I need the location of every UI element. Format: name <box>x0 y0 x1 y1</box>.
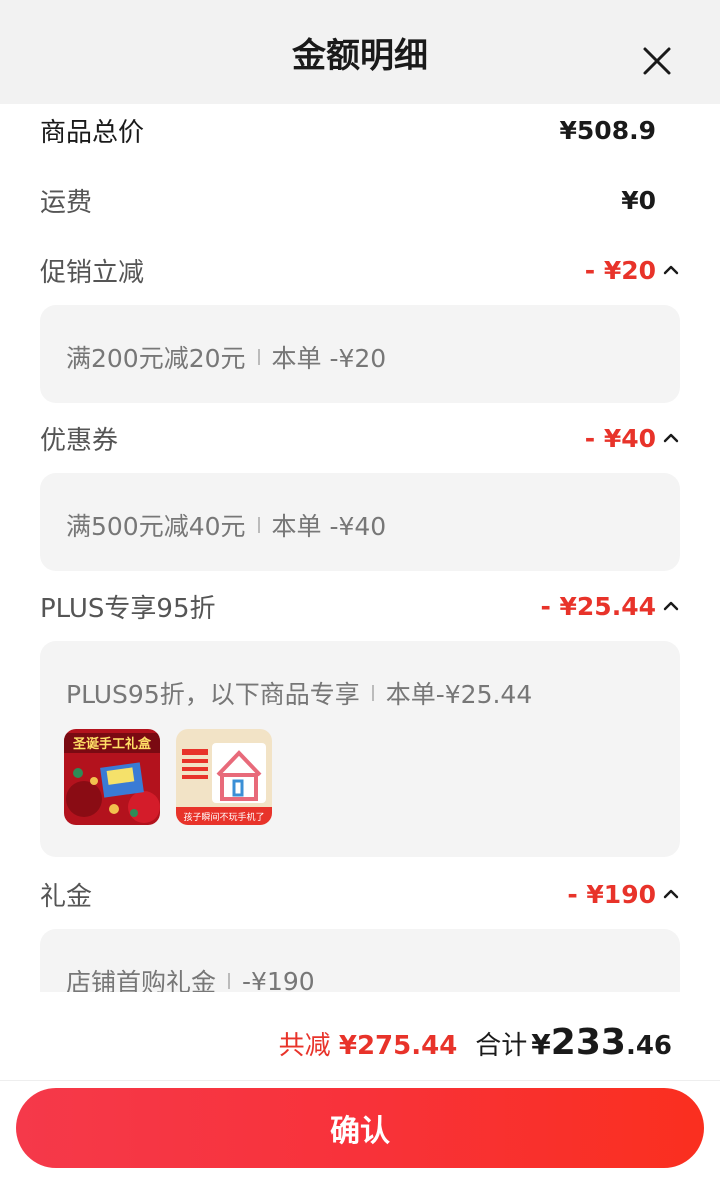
confirm-button[interactable]: 确认 <box>16 1088 704 1168</box>
promo-card: 满200元减20元 本单 -¥20 <box>40 305 680 403</box>
promo-detail-amount: 本单 -¥20 <box>271 344 387 373</box>
chevron-up-icon <box>663 265 679 275</box>
total-reduction: 共减 ¥275.44 <box>279 1025 458 1062</box>
chevron-up-icon <box>663 433 679 443</box>
detail-list[interactable]: 商品总价 ¥508.9 运费 ¥0 促销立减 - ¥20 满200元减20元 本… <box>16 104 704 992</box>
gift-detail: 店铺首购礼金 -¥190 <box>66 963 315 993</box>
chevron-up-icon <box>663 601 679 611</box>
promo-label: 促销立减 <box>40 257 145 288</box>
chevron-up-icon <box>663 889 679 899</box>
promo-detail-text: 满200元减20元 <box>66 344 246 373</box>
promo-row[interactable]: 促销立减 - ¥20 <box>40 250 680 290</box>
sheet-title: 金额明细 <box>292 36 428 76</box>
product-thumbnail[interactable]: 圣诞手工礼盒 <box>64 729 160 825</box>
thumbnail-caption: 圣诞手工礼盒 <box>73 736 152 752</box>
plus-row[interactable]: PLUS专享95折 - ¥25.44 <box>40 586 680 626</box>
plus-label: PLUS专享95折 <box>40 593 216 624</box>
shipping-row: 运费 ¥0 <box>40 180 680 220</box>
total-decimal: .46 <box>625 1031 672 1061</box>
sheet-header: 金额明细 <box>0 0 720 104</box>
shipping-amount: ¥0 <box>621 185 656 215</box>
promo-toggle[interactable]: - ¥20 <box>585 256 680 285</box>
gift-toggle[interactable]: - ¥190 <box>567 880 680 909</box>
plus-detail-text: PLUS95折，以下商品专享 <box>66 680 360 709</box>
coupon-label: 优惠券 <box>40 425 119 456</box>
shipping-label: 运费 <box>40 187 93 218</box>
coupon-detail-amount: 本单 -¥40 <box>271 512 387 541</box>
reduction-label: 共减 <box>278 1031 331 1061</box>
plus-toggle[interactable]: - ¥25.44 <box>540 592 680 621</box>
goods-total-amount: ¥508.9 <box>559 115 656 145</box>
gift-detail-text: 店铺首购礼金 <box>66 968 217 992</box>
coupon-detail: 满500元减40元 本单 -¥40 <box>66 507 386 543</box>
promo-detail: 满200元减20元 本单 -¥20 <box>66 339 386 375</box>
summary-bar: 共减 ¥275.44 合计 ¥ 233 .46 <box>0 992 720 1082</box>
reduction-amount: ¥275.44 <box>338 1031 458 1061</box>
goods-total-row: 商品总价 ¥508.9 <box>40 110 680 150</box>
product-thumbnail[interactable]: 孩子瞬间不玩手机了 <box>176 729 272 825</box>
plus-detail-amount: 本单-¥25.44 <box>385 680 533 709</box>
thumbnail-caption: 孩子瞬间不玩手机了 <box>183 811 264 823</box>
promo-amount: - ¥20 <box>584 255 656 285</box>
plus-card: PLUS95折，以下商品专享 本单-¥25.44 圣诞手工礼盒 孩子瞬间不玩手机… <box>40 641 680 857</box>
coupon-row[interactable]: 优惠券 - ¥40 <box>40 418 680 458</box>
summary-line: 共减 ¥275.44 合计 ¥ 233 .46 <box>279 1022 672 1063</box>
plus-amount: - ¥25.44 <box>540 591 656 621</box>
divider <box>257 349 260 365</box>
coupon-toggle[interactable]: - ¥40 <box>585 424 680 453</box>
gift-detail-amount: -¥190 <box>242 966 315 993</box>
total-label: 合计 <box>475 1031 528 1061</box>
plus-detail: PLUS95折，以下商品专享 本单-¥25.44 <box>66 675 532 711</box>
bead-puzzle-image: 孩子瞬间不玩手机了 <box>176 729 272 825</box>
coupon-card: 满500元减40元 本单 -¥40 <box>40 473 680 571</box>
coupon-amount: - ¥40 <box>584 423 656 453</box>
total-integer: 233 <box>550 1022 626 1063</box>
christmas-gift-box-image: 圣诞手工礼盒 <box>64 729 160 825</box>
gift-label: 礼金 <box>40 881 93 912</box>
divider <box>0 1080 720 1081</box>
gift-amount: - ¥190 <box>567 879 656 909</box>
amount-detail-sheet: 金额明细 商品总价 ¥508.9 运费 ¥0 促销立减 - ¥20 满200元减… <box>0 0 720 1184</box>
gift-card: 店铺首购礼金 -¥190 <box>40 929 680 992</box>
coupon-detail-text: 满500元减40元 <box>66 512 246 541</box>
total-currency: ¥ <box>531 1028 551 1061</box>
divider <box>228 973 231 989</box>
close-icon[interactable] <box>636 40 678 82</box>
divider <box>257 517 260 533</box>
divider <box>371 685 374 701</box>
goods-total-label: 商品总价 <box>40 117 145 148</box>
gift-row[interactable]: 礼金 - ¥190 <box>40 874 680 914</box>
